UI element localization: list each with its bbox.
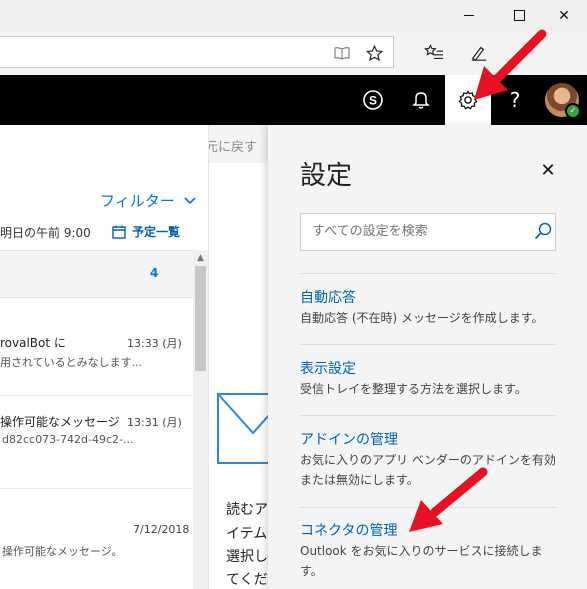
red-arrow-icon <box>409 467 488 532</box>
section-divider <box>300 344 556 345</box>
settings-link-connectors[interactable]: コネクタの管理 <box>300 520 397 540</box>
settings-desc: Outlook をお気に入りのサービスに接続します。 <box>300 544 543 578</box>
close-icon: ✕ <box>558 7 570 24</box>
mail-preview: 操作可能なメッセージ。 <box>2 545 123 558</box>
reading-hint-line: 読むア <box>226 502 268 518</box>
agenda-link-label: 予定一覧 <box>132 225 181 239</box>
skype-icon[interactable]: S <box>356 75 390 125</box>
online-status-icon: ✓ <box>565 103 581 119</box>
agenda-link[interactable]: 予定一覧 <box>112 223 180 240</box>
settings-link-auto-reply[interactable]: 自動応答 <box>300 287 356 307</box>
section-divider <box>300 415 556 416</box>
search-icon[interactable] <box>533 221 553 241</box>
filter-dropdown[interactable]: フィルター <box>100 190 196 211</box>
settings-desc: 自動応答 (不在時) メッセージを作成します。 <box>300 311 544 325</box>
scroll-thumb[interactable] <box>195 266 206 371</box>
window-close-button[interactable]: ✕ <box>541 0 587 31</box>
settings-title: 設定 <box>300 161 353 191</box>
close-icon: ✕ <box>540 159 556 181</box>
avatar[interactable]: ✓ <box>545 83 581 119</box>
red-arrow-icon <box>474 29 547 100</box>
section-divider <box>300 273 556 274</box>
envelope-icon <box>217 393 275 464</box>
mail-time: 13:31 (月) <box>127 416 182 429</box>
reading-hint-line: 選択し <box>226 549 268 565</box>
settings-desc: 受信トレイを整理する方法を選択します。 <box>300 382 527 396</box>
agenda-time: 明日の午前 9:00 <box>0 226 91 240</box>
group-count: 4 <box>150 266 159 280</box>
mail-preview: d82cc073-742d-49c2-... <box>2 433 134 446</box>
maximize-icon <box>513 10 525 21</box>
chevron-down-icon <box>184 196 196 204</box>
mail-sender: 操作可能なメッセージ <box>0 415 120 429</box>
mail-sender: rovalBot に <box>0 336 66 350</box>
settings-search-input[interactable] <box>312 224 522 239</box>
mail-divider <box>0 488 193 489</box>
mail-divider <box>0 395 193 396</box>
mail-time: 13:33 (月) <box>127 337 182 350</box>
favorites-hub-icon[interactable] <box>421 31 447 75</box>
mail-time: 7/12/2018 <box>133 523 190 536</box>
scroll-up-icon[interactable]: ▲ <box>193 250 208 265</box>
settings-close-button[interactable]: ✕ <box>538 159 558 181</box>
minimize-button[interactable] <box>446 0 492 31</box>
minimize-icon <box>464 15 474 16</box>
undo-label: 元に戻す <box>205 140 258 155</box>
settings-link-addins[interactable]: アドインの管理 <box>300 429 398 449</box>
maximize-button[interactable] <box>496 0 542 31</box>
calendar-icon <box>112 225 126 239</box>
svg-text:S: S <box>369 94 377 108</box>
filter-label: フィルター <box>100 192 175 210</box>
bell-icon[interactable] <box>404 75 438 125</box>
mail-preview: 用されているとみなします... <box>0 356 143 369</box>
group-header-row[interactable] <box>0 250 193 298</box>
window-titlebar: ✕ <box>0 0 587 31</box>
favorite-star-icon[interactable] <box>362 31 386 75</box>
reading-view-icon[interactable] <box>330 31 354 75</box>
settings-link-display[interactable]: 表示設定 <box>300 358 356 378</box>
